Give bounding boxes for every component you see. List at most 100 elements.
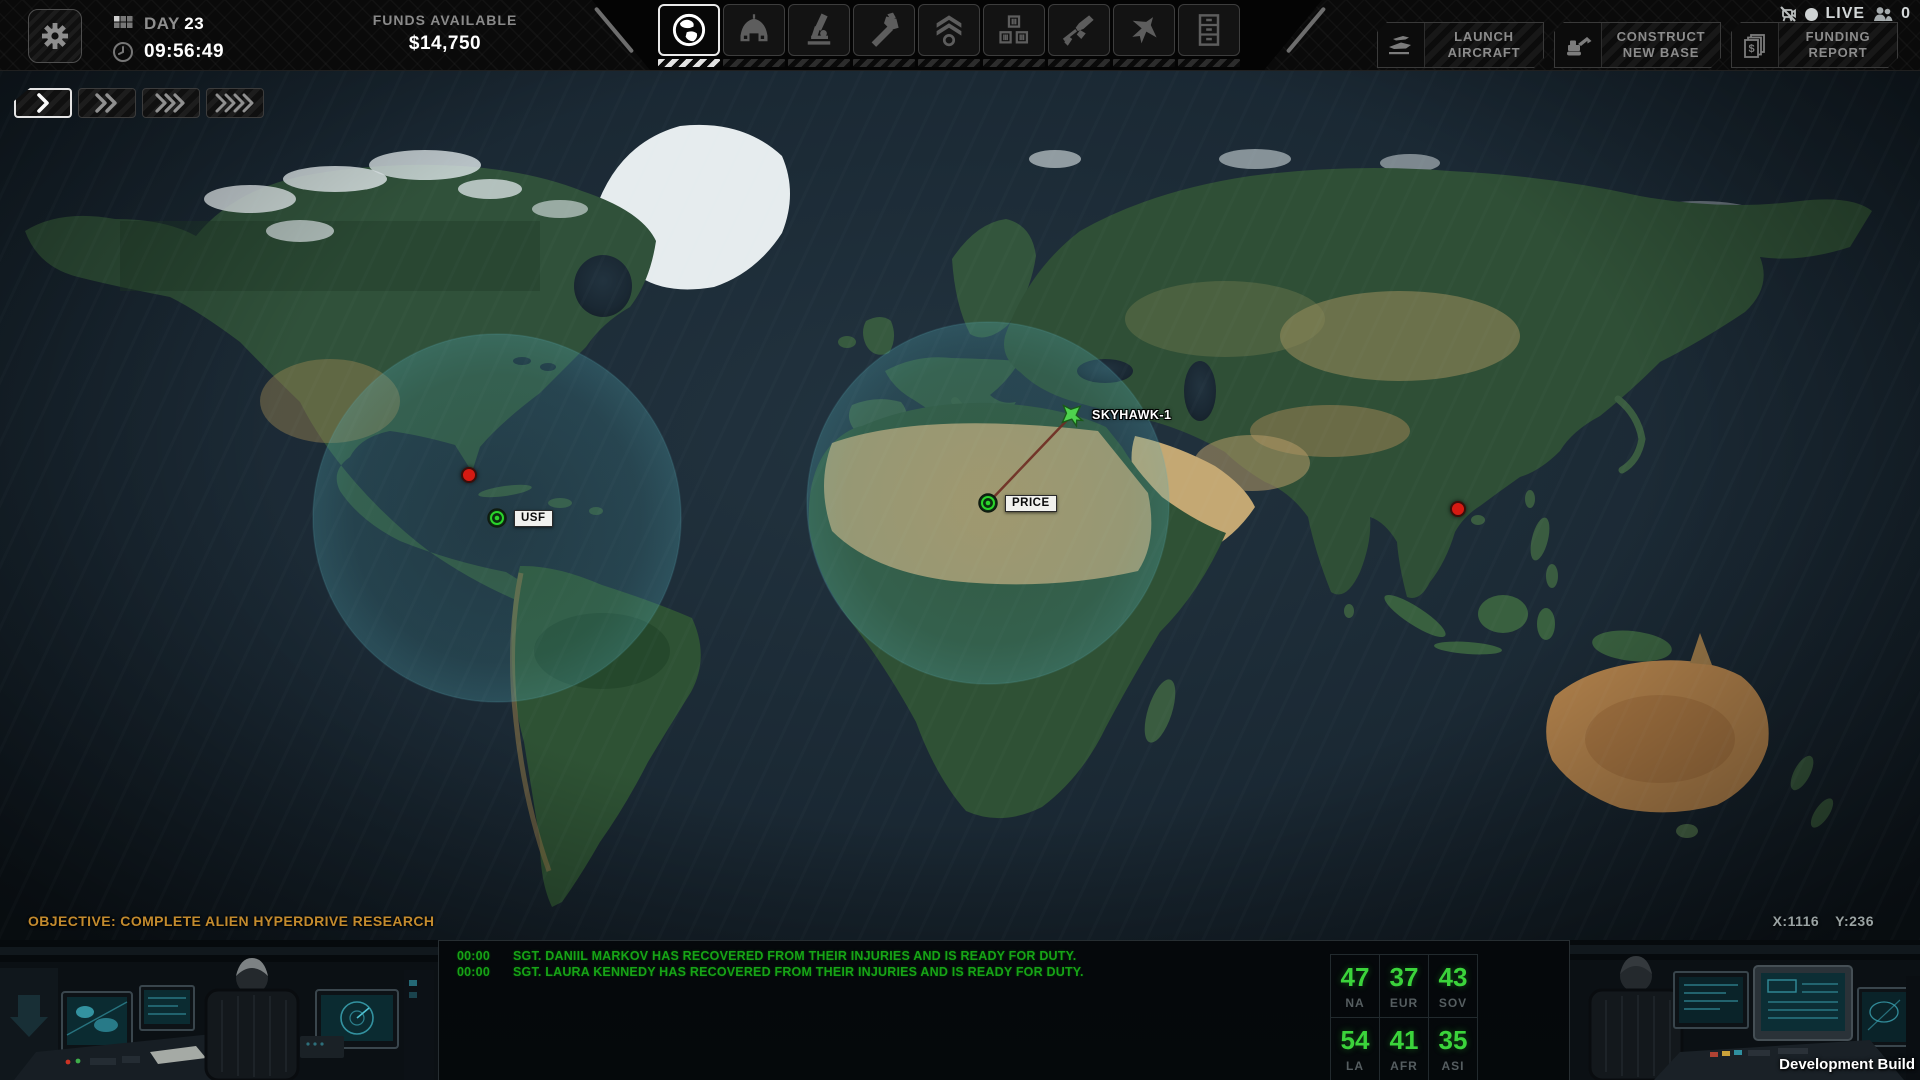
command-center-scene-left (0, 940, 440, 1080)
settings-button[interactable] (28, 9, 82, 63)
clock-icon (112, 41, 134, 63)
broadcast-muted-icon (1779, 5, 1797, 23)
tab-aircraft[interactable] (1113, 4, 1175, 67)
objective-text: OBJECTIVE: COMPLETE ALIEN HYPERDRIVE RES… (28, 913, 434, 929)
tab-archives[interactable] (1178, 4, 1240, 67)
button-label-line1: LAUNCH (1454, 29, 1514, 45)
stat-cell-la: 54 LA (1331, 1018, 1380, 1080)
time-speed-4-button[interactable] (206, 88, 264, 118)
stat-value: 47 (1341, 962, 1370, 993)
log-text: SGT. LAURA KENNEDY HAS RECOVERED FROM TH… (513, 964, 1084, 980)
tab-soldiers[interactable] (918, 4, 980, 67)
excavator-icon (1564, 32, 1592, 58)
stream-status: LIVE 0 (1779, 5, 1910, 23)
button-label-line1: CONSTRUCT (1617, 29, 1706, 45)
time-speed-3-button[interactable] (142, 88, 200, 118)
launch-aircraft-button[interactable]: LAUNCH AIRCRAFT (1377, 22, 1544, 68)
stat-value: 35 (1439, 1025, 1468, 1056)
chevron-speed-3-icon (154, 93, 188, 113)
aircraft-marker-skyhawk-1[interactable]: SKYHAWK-1 (1058, 401, 1172, 429)
tab-stores[interactable] (983, 4, 1045, 67)
day-label: DAY (144, 14, 180, 33)
construct-new-base-button[interactable]: CONSTRUCT NEW BASE (1554, 22, 1721, 68)
chevron-speed-1-icon (35, 93, 51, 113)
file-cabinet-icon (1191, 12, 1227, 48)
live-label: LIVE (1826, 5, 1866, 23)
main-toolbar (658, 4, 1240, 67)
event-log-panel[interactable]: 00:00 SGT. DANIIL MARKOV HAS RECOVERED F… (438, 940, 1570, 1080)
tab-geoscape[interactable] (658, 4, 720, 67)
viewer-count: 0 (1901, 5, 1910, 23)
funds-value: $14,750 (330, 33, 560, 55)
viewers-icon (1873, 6, 1893, 22)
log-text: SGT. DANIIL MARKOV HAS RECOVERED FROM TH… (513, 948, 1076, 964)
time-speed-1-button[interactable] (14, 88, 72, 118)
wrench-icon (866, 12, 902, 48)
live-indicator-dot (1805, 8, 1818, 21)
action-buttons: LAUNCH AIRCRAFT CONSTRUCT NEW BASE (1377, 22, 1898, 68)
stat-cell-afr: 41 AFR (1380, 1018, 1429, 1080)
base-dome-icon (736, 12, 772, 48)
stat-cell-sov: 43 SOV (1429, 955, 1478, 1018)
stat-value: 37 (1390, 962, 1419, 993)
region-funding-stats: 47 NA 37 EUR 43 SOV 54 LA 41 AFR (1330, 954, 1478, 1080)
tab-research[interactable] (788, 4, 850, 67)
stat-label: EUR (1390, 996, 1418, 1010)
aircraft-label: SKYHAWK-1 (1092, 408, 1172, 422)
button-label-line2: REPORT (1809, 45, 1868, 61)
stat-cell-na: 47 NA (1331, 955, 1380, 1018)
tab-base[interactable] (723, 4, 785, 67)
funding-report-button[interactable]: $ FUNDING REPORT (1731, 22, 1898, 68)
dev-build-label: Development Build (1779, 1056, 1915, 1073)
aircraft-launch-icon (1387, 32, 1415, 58)
stat-value: 54 (1341, 1025, 1370, 1056)
stat-cell-eur: 37 EUR (1380, 955, 1429, 1018)
base-label: PRICE (1005, 495, 1057, 512)
fighter-jet-icon (1126, 12, 1162, 48)
contact-dot-1[interactable] (461, 467, 477, 483)
time-controls (14, 88, 264, 118)
funds-display: FUNDS AVAILABLE $14,750 (330, 12, 560, 55)
funds-label: FUNDS AVAILABLE (330, 12, 560, 28)
microscope-icon (801, 12, 837, 48)
dollar-report-icon: $ (1742, 32, 1768, 58)
log-time: 00:00 (457, 948, 513, 964)
stat-label: NA (1345, 996, 1364, 1010)
base-marker-price[interactable]: PRICE (978, 493, 1057, 513)
cursor-x: X:1116 (1773, 913, 1820, 929)
cursor-y: Y:236 (1835, 913, 1874, 929)
base-icon (487, 508, 507, 528)
stat-label: ASI (1441, 1059, 1464, 1073)
button-label-line2: NEW BASE (1623, 45, 1699, 61)
tab-armory[interactable] (1048, 4, 1110, 67)
date-time-display: DAY 23 09:56:49 (112, 12, 224, 64)
stat-label: LA (1346, 1059, 1364, 1073)
rank-chevrons-icon (931, 12, 967, 48)
world-map-graphic (0, 71, 1920, 941)
chevron-speed-4-icon (214, 93, 256, 113)
stat-value: 41 (1390, 1025, 1419, 1056)
base-marker-usf[interactable]: USF (487, 508, 553, 528)
stat-label: AFR (1390, 1059, 1418, 1073)
cursor-coordinates: X:1116 Y:236 (1773, 913, 1874, 929)
chevron-speed-2-icon (94, 93, 120, 113)
base-label: USF (514, 510, 553, 527)
tab-engineering[interactable] (853, 4, 915, 67)
svg-text:$: $ (1749, 43, 1755, 55)
stat-value: 43 (1439, 962, 1468, 993)
geoscape-screen: USF PRICE SKYHAWK-1 OBJECTIVE: COMPLETE … (0, 0, 1920, 1080)
aircraft-icon (1052, 395, 1092, 435)
base-icon (978, 493, 998, 513)
day-value: 23 (184, 14, 204, 33)
supply-crates-icon (996, 12, 1032, 48)
rifle-icon (1061, 12, 1097, 48)
stat-label: SOV (1439, 996, 1467, 1010)
calendar-icon (112, 13, 134, 35)
gear-icon (40, 21, 70, 51)
log-time: 00:00 (457, 964, 513, 980)
button-label-line1: FUNDING (1806, 29, 1871, 45)
world-map[interactable]: USF PRICE SKYHAWK-1 OBJECTIVE: COMPLETE … (0, 70, 1920, 941)
bottom-strip: 00:00 SGT. DANIIL MARKOV HAS RECOVERED F… (0, 940, 1920, 1080)
contact-dot-2[interactable] (1450, 501, 1466, 517)
time-speed-2-button[interactable] (78, 88, 136, 118)
